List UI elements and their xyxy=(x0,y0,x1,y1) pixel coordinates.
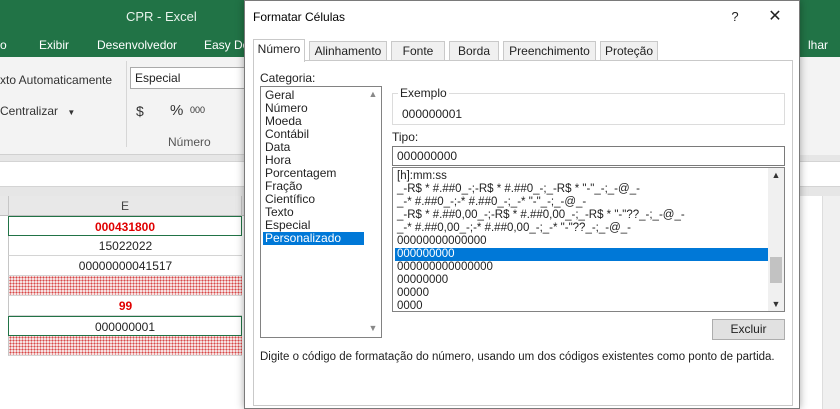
format-code-list[interactable]: [h]:mm:ss _-R$ * #.##0_-;-R$ * #.##0_-;_… xyxy=(392,167,785,312)
format-code-item[interactable]: 00000000000000 xyxy=(395,235,768,248)
number-format-select[interactable]: Especial xyxy=(130,67,248,89)
cell-e4[interactable] xyxy=(8,276,242,296)
format-cells-dialog: Formatar Células ? ✕ Número Alinhamento … xyxy=(244,0,800,409)
delete-format-button[interactable]: Excluir xyxy=(712,319,785,340)
worksheet-grid: E 000431800 15022022 00000000041517 99 0… xyxy=(0,196,246,409)
category-list[interactable]: Geral Número Moeda Contábil Data Hora Po… xyxy=(260,86,382,338)
format-code-item-selected[interactable]: 000000000 xyxy=(395,248,768,261)
column-header-e[interactable]: E xyxy=(8,196,242,216)
app-title: CPR - Excel xyxy=(126,9,197,24)
cell-e5[interactable]: 99 xyxy=(8,296,242,316)
ribbon-tab-exibir[interactable]: Exibir xyxy=(39,38,69,52)
format-code-item[interactable]: _-* #.##0_-;-* #.##0_-;_-* "-"_-;_-@_- xyxy=(395,196,768,209)
chevron-down-icon: ▼ xyxy=(67,108,76,117)
cell-e2[interactable]: 15022022 xyxy=(8,236,242,256)
format-code-item[interactable]: 000000000000000 xyxy=(395,261,768,274)
wrap-text-button[interactable]: xto Automaticamente xyxy=(0,73,112,87)
category-scrollbar[interactable]: ▲ ▼ xyxy=(365,87,381,337)
format-code-item[interactable]: _-* #.##0,00_-;-* #.##0,00_-;_-* "-"??_-… xyxy=(395,222,768,235)
tab-borda[interactable]: Borda xyxy=(449,41,499,61)
merge-center-button[interactable]: Centralizar ▼ xyxy=(0,104,75,118)
category-item-personalizado[interactable]: Personalizado xyxy=(263,232,364,245)
format-hint-text: Digite o código de formatação do número,… xyxy=(260,351,775,363)
column-header-row: E xyxy=(0,196,246,216)
type-label: Tipo: xyxy=(392,130,419,144)
scrollbar-thumb[interactable] xyxy=(770,257,782,283)
ribbon-tab-easy-do[interactable]: Easy Do xyxy=(204,38,249,52)
format-code-item[interactable]: 00000000 xyxy=(395,274,768,287)
merge-center-label: Centralizar xyxy=(0,104,59,118)
sheet-right xyxy=(800,196,840,409)
scroll-up-icon[interactable]: ▲ xyxy=(768,168,784,182)
tab-fonte[interactable]: Fonte xyxy=(391,41,445,61)
tab-numero[interactable]: Número xyxy=(253,39,305,62)
tab-preenchimento[interactable]: Preenchimento xyxy=(503,41,596,61)
percent-format-button[interactable]: % xyxy=(170,102,183,119)
ribbon-right xyxy=(800,57,840,155)
tab-alinhamento[interactable]: Alinhamento xyxy=(309,41,387,61)
ribbon-tab-compartilhar[interactable]: lhar xyxy=(808,38,828,52)
ribbon-tab-desenvolvedor[interactable]: Desenvolvedor xyxy=(97,38,177,52)
close-button[interactable]: ✕ xyxy=(764,7,786,27)
category-label: Categoria: xyxy=(260,71,316,85)
sample-label: Exemplo xyxy=(398,86,449,100)
format-code-item[interactable]: _-R$ * #.##0,00_-;-R$ * #.##0,00_-;_-R$ … xyxy=(395,209,768,222)
vertical-scrollbar[interactable] xyxy=(822,196,840,409)
help-button[interactable]: ? xyxy=(724,7,746,27)
format-list-scrollbar[interactable]: ▲ ▼ xyxy=(768,168,784,311)
number-tab-panel: Categoria: Geral Número Moeda Contábil D… xyxy=(253,60,793,406)
ribbon-tab-partial[interactable]: o xyxy=(0,38,7,52)
scroll-down-icon[interactable]: ▼ xyxy=(365,321,381,335)
currency-format-button[interactable]: $ xyxy=(136,103,144,119)
cell-e6[interactable]: 000000001 xyxy=(8,316,242,336)
format-code-item[interactable]: [h]:mm:ss xyxy=(395,170,768,183)
excel-right-edge xyxy=(800,57,840,409)
format-code-item[interactable]: _-R$ * #.##0_-;-R$ * #.##0_-;_-R$ * "-"_… xyxy=(395,183,768,196)
format-code-item[interactable]: 00000 xyxy=(395,287,768,300)
thousands-separator-button[interactable]: 000 xyxy=(190,105,205,115)
cell-e7[interactable] xyxy=(8,336,242,356)
scroll-up-icon[interactable]: ▲ xyxy=(365,87,381,101)
tab-protecao[interactable]: Proteção xyxy=(600,41,658,61)
number-group-label: Número xyxy=(168,135,211,149)
ribbon-group-divider xyxy=(126,61,127,147)
dialog-title: Formatar Células xyxy=(253,10,346,24)
format-type-input[interactable]: 000000000 xyxy=(392,146,785,166)
dialog-tabs: Número Alinhamento Fonte Borda Preenchim… xyxy=(253,39,793,62)
cell-e1[interactable]: 000431800 xyxy=(8,216,242,236)
cell-e3[interactable]: 00000000041517 xyxy=(8,256,242,276)
format-code-item[interactable]: 0000 xyxy=(395,300,768,311)
scroll-down-icon[interactable]: ▼ xyxy=(768,297,784,311)
sample-value: 000000001 xyxy=(402,107,463,121)
